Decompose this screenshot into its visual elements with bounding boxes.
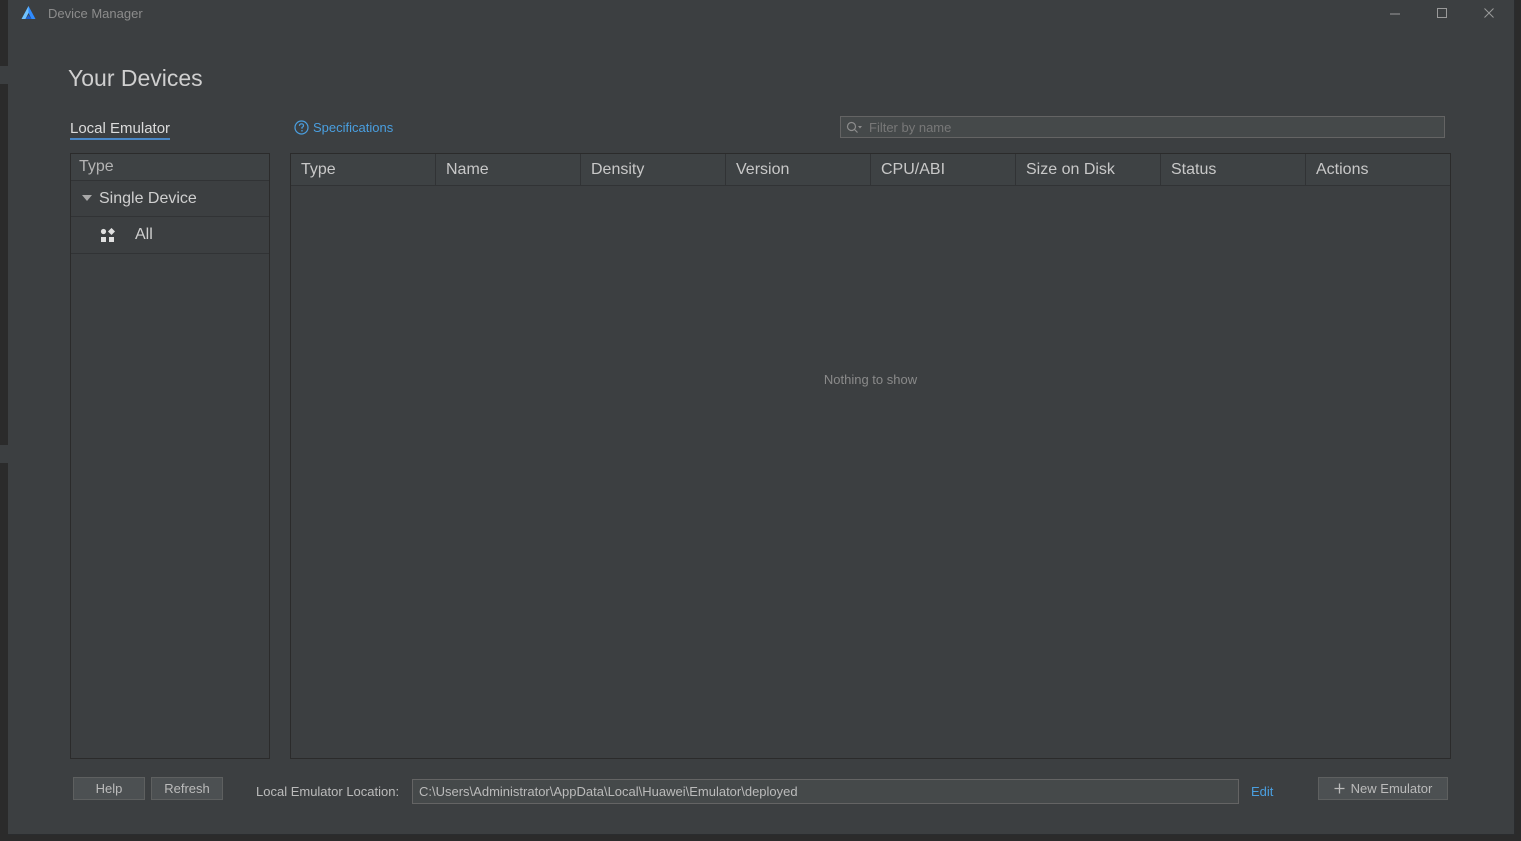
column-header-status[interactable]: Status (1161, 154, 1306, 185)
tree-item-single-device[interactable]: Single Device (71, 181, 269, 217)
minimize-button[interactable] (1384, 4, 1406, 24)
window-title: Device Manager (48, 6, 143, 21)
tab-local-emulator[interactable]: Local Emulator (70, 120, 171, 140)
edit-location-link[interactable]: Edit (1251, 784, 1273, 799)
maximize-button[interactable] (1431, 4, 1453, 24)
background-ide-strip (0, 0, 8, 841)
table-header: Type Name Density Version CPU/ABI Size o… (291, 154, 1450, 186)
column-header-size-on-disk[interactable]: Size on Disk (1016, 154, 1161, 185)
specifications-label: Specifications (313, 120, 394, 135)
new-emulator-button[interactable]: New Emulator (1318, 777, 1448, 800)
emulator-location-field[interactable] (412, 779, 1239, 804)
device-manager-window: Device Manager Your Devices Local Emulat… (8, 0, 1515, 835)
type-panel-header: Type (71, 154, 269, 181)
column-header-name[interactable]: Name (436, 154, 581, 185)
devices-table: Type Name Density Version CPU/ABI Size o… (290, 153, 1451, 759)
tree-item-all[interactable]: All (71, 217, 269, 254)
search-icon (846, 121, 863, 139)
refresh-button[interactable]: Refresh (151, 777, 223, 800)
column-header-version[interactable]: Version (726, 154, 871, 185)
page-title: Your Devices (68, 65, 203, 91)
column-header-density[interactable]: Density (581, 154, 726, 185)
filter-input[interactable] (869, 118, 1429, 136)
close-button[interactable] (1478, 4, 1500, 24)
emulator-location-label: Local Emulator Location: (256, 784, 400, 799)
maximize-icon (1437, 8, 1447, 18)
empty-table-message: Nothing to show (823, 372, 918, 387)
column-header-type[interactable]: Type (291, 154, 436, 185)
type-panel: Type Single Device All (70, 153, 270, 759)
app-logo-icon (20, 5, 37, 22)
triangle-down-icon[interactable] (82, 194, 92, 203)
title-bar: Device Manager (8, 0, 1514, 28)
specifications-link[interactable]: Specifications (294, 120, 393, 135)
column-header-actions[interactable]: Actions (1306, 154, 1450, 185)
grid-apps-icon (100, 227, 115, 242)
background-block (0, 66, 8, 84)
help-circle-icon (294, 120, 309, 135)
help-button[interactable]: Help (73, 777, 145, 800)
tree-item-label: All (135, 226, 153, 243)
close-icon (1484, 8, 1494, 18)
background-block (0, 445, 8, 463)
plus-icon (1334, 783, 1345, 794)
tree-item-label: Single Device (99, 189, 197, 207)
column-header-cpu-abi[interactable]: CPU/ABI (871, 154, 1016, 185)
minimize-icon (1390, 13, 1400, 15)
new-emulator-label: New Emulator (1350, 781, 1433, 796)
filter-field[interactable] (840, 116, 1445, 138)
